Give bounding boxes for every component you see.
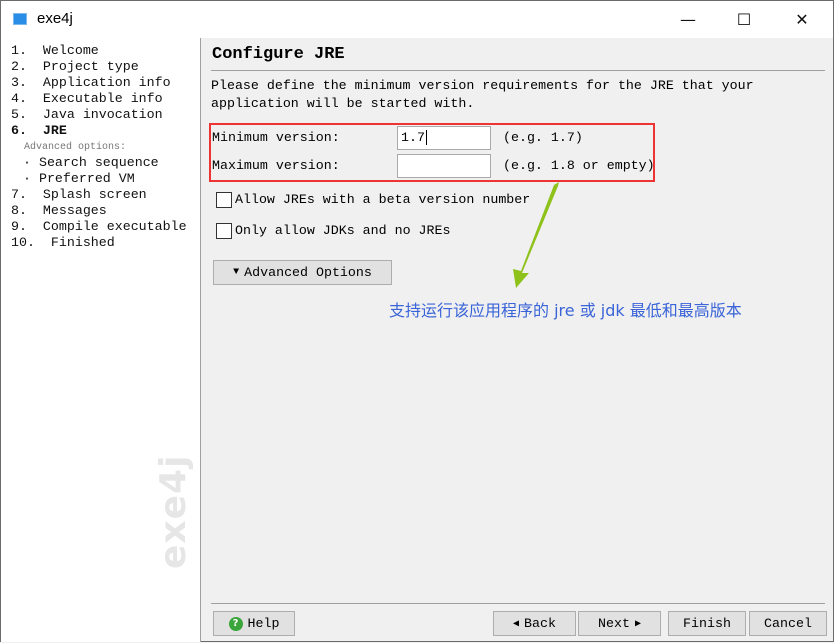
annotation-arrow xyxy=(513,182,559,288)
triangle-left-icon: ◀ xyxy=(513,618,520,630)
next-label: Next xyxy=(598,616,630,631)
arrow-shape xyxy=(513,182,559,288)
triangle-right-icon: ▶ xyxy=(634,618,641,630)
back-label: Back xyxy=(524,616,556,631)
footer-divider xyxy=(211,603,825,604)
finish-button[interactable]: Finish xyxy=(668,611,746,636)
back-button[interactable]: ◀ Back xyxy=(493,611,576,636)
help-icon: ? xyxy=(228,616,243,631)
cancel-button[interactable]: Cancel xyxy=(749,611,827,636)
help-button[interactable]: ? Help xyxy=(213,611,295,636)
annotation-text: 支持运行该应用程序的 jre 或 jdk 最低和最高版本 xyxy=(389,301,742,320)
help-label: Help xyxy=(247,616,280,631)
next-button[interactable]: Next ▶ xyxy=(578,611,661,636)
